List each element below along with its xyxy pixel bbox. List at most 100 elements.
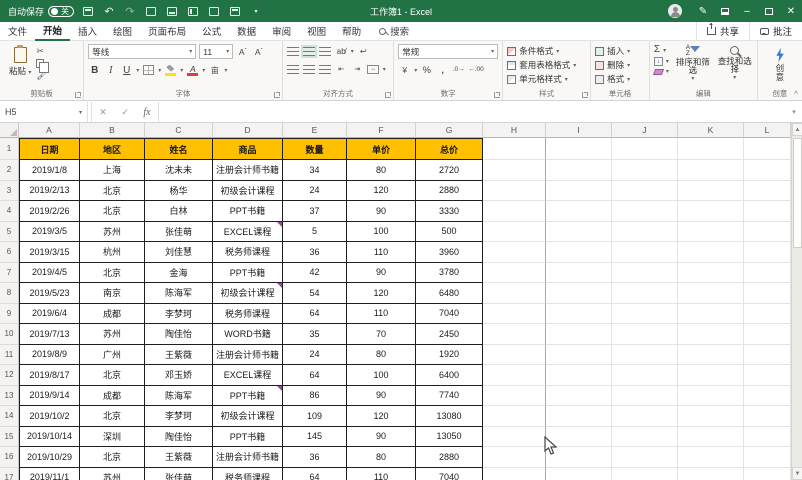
font-color-button[interactable]: A — [186, 63, 199, 77]
cell-D6[interactable]: 税务师课程 — [213, 242, 283, 263]
comments-button[interactable]: 批注 — [749, 22, 802, 41]
alignment-dialog-launcher[interactable] — [385, 92, 391, 98]
cell-D16[interactable]: 注册会计师书籍 — [213, 447, 283, 468]
cell-A16[interactable]: 2019/10/29 — [19, 447, 80, 468]
cut-icon[interactable]: ✂ — [36, 47, 47, 56]
cell-J11[interactable] — [612, 345, 678, 366]
cell-L2[interactable] — [744, 160, 791, 181]
cell-K1[interactable] — [678, 138, 744, 160]
column-header-H[interactable]: H — [483, 123, 546, 138]
tab-page-layout[interactable]: 页面布局 — [140, 22, 194, 41]
column-header-C[interactable]: C — [145, 123, 213, 138]
cell-K7[interactable] — [678, 263, 744, 284]
column-header-L[interactable]: L — [744, 123, 791, 138]
scroll-up-icon[interactable]: ▲ — [792, 123, 802, 136]
cell-G2[interactable]: 2720 — [416, 160, 483, 181]
cell-J6[interactable] — [612, 242, 678, 263]
cell-A14[interactable]: 2019/10/2 — [19, 406, 80, 427]
row-header-3[interactable]: 3 — [0, 181, 19, 202]
cell-K9[interactable] — [678, 304, 744, 325]
cell-K2[interactable] — [678, 160, 744, 181]
cell-F2[interactable]: 80 — [347, 160, 416, 181]
cell-E10[interactable]: 35 — [283, 324, 347, 345]
cell-C5[interactable]: 张佳萌 — [145, 222, 213, 243]
cell-B7[interactable]: 北京 — [80, 263, 145, 284]
cell-F12[interactable]: 100 — [347, 365, 416, 386]
cell-H1[interactable] — [483, 138, 546, 160]
delete-cells-button[interactable]: 删除▾ — [595, 59, 645, 71]
cell-D2[interactable]: 注册会计师书籍 — [213, 160, 283, 181]
cell-E7[interactable]: 42 — [283, 263, 347, 284]
cell-C1[interactable]: 姓名 — [145, 138, 213, 160]
cell-E14[interactable]: 109 — [283, 406, 347, 427]
percent-style-icon[interactable]: % — [420, 63, 433, 77]
cell-H17[interactable] — [483, 468, 546, 480]
cell-A10[interactable]: 2019/7/13 — [19, 324, 80, 345]
select-all-corner[interactable] — [0, 123, 19, 138]
clear-button[interactable]: ▾ — [654, 68, 669, 75]
cell-C15[interactable]: 陶佳怡 — [145, 427, 213, 448]
increase-font-icon[interactable]: Aˆ — [236, 45, 249, 59]
cell-J16[interactable] — [612, 447, 678, 468]
cell-I9[interactable] — [546, 304, 612, 325]
cell-G15[interactable]: 13050 — [416, 427, 483, 448]
cell-J12[interactable] — [612, 365, 678, 386]
cell-F9[interactable]: 110 — [347, 304, 416, 325]
cell-C7[interactable]: 金海 — [145, 263, 213, 284]
tab-help[interactable]: 帮助 — [334, 22, 369, 41]
insert-function-icon[interactable]: fx — [136, 102, 158, 122]
font-name-combo[interactable]: 等线▾ — [88, 44, 196, 59]
cell-L1[interactable] — [744, 138, 791, 160]
close-button[interactable]: ✕ — [780, 0, 802, 22]
cell-L9[interactable] — [744, 304, 791, 325]
cell-I4[interactable] — [546, 201, 612, 222]
column-header-E[interactable]: E — [283, 123, 347, 138]
wrap-text-icon[interactable]: ↩ — [357, 44, 370, 58]
cell-L4[interactable] — [744, 201, 791, 222]
search-box[interactable]: 搜索 — [369, 24, 419, 38]
ribbon-display-options-icon[interactable] — [714, 0, 736, 22]
qat-tool-icon-2[interactable] — [165, 4, 179, 18]
column-header-B[interactable]: B — [80, 123, 145, 138]
cell-I15[interactable] — [546, 427, 612, 448]
cell-L16[interactable] — [744, 447, 791, 468]
cell-H9[interactable] — [483, 304, 546, 325]
cell-B15[interactable]: 深圳 — [80, 427, 145, 448]
cell-H13[interactable] — [483, 386, 546, 407]
cell-L15[interactable] — [744, 427, 791, 448]
cell-A1[interactable]: 日期 — [19, 138, 80, 160]
cell-F14[interactable]: 120 — [347, 406, 416, 427]
cell-H10[interactable] — [483, 324, 546, 345]
align-right-icon[interactable] — [319, 62, 332, 76]
cell-C8[interactable]: 陈海军 — [145, 283, 213, 304]
cell-D15[interactable]: PPT书籍 — [213, 427, 283, 448]
qat-tool-icon-4[interactable] — [207, 4, 221, 18]
cell-J2[interactable] — [612, 160, 678, 181]
cell-I8[interactable] — [546, 283, 612, 304]
cell-K8[interactable] — [678, 283, 744, 304]
cell-J4[interactable] — [612, 201, 678, 222]
cell-D9[interactable]: 税务师课程 — [213, 304, 283, 325]
cell-D1[interactable]: 商品 — [213, 138, 283, 160]
cell-E8[interactable]: 54 — [283, 283, 347, 304]
cell-K14[interactable] — [678, 406, 744, 427]
cell-I16[interactable] — [546, 447, 612, 468]
row-header-11[interactable]: 11 — [0, 345, 19, 366]
scrollbar-thumb[interactable] — [793, 138, 802, 248]
cell-I11[interactable] — [546, 345, 612, 366]
row-header-13[interactable]: 13 — [0, 386, 19, 407]
font-size-combo[interactable]: 11▾ — [199, 44, 233, 59]
cell-F17[interactable]: 110 — [347, 468, 416, 480]
cell-L8[interactable] — [744, 283, 791, 304]
cell-L13[interactable] — [744, 386, 791, 407]
tab-file[interactable]: 文件 — [0, 22, 35, 41]
enter-entry-icon[interactable]: ✓ — [114, 102, 136, 122]
cell-A17[interactable]: 2019/11/1 — [19, 468, 80, 480]
borders-button[interactable] — [142, 63, 155, 77]
cell-H3[interactable] — [483, 181, 546, 202]
styles-dialog-launcher[interactable] — [582, 92, 588, 98]
cell-H16[interactable] — [483, 447, 546, 468]
cell-E9[interactable]: 64 — [283, 304, 347, 325]
decrease-font-icon[interactable]: Aˇ — [252, 45, 265, 59]
cell-E5[interactable]: 5 — [283, 222, 347, 243]
